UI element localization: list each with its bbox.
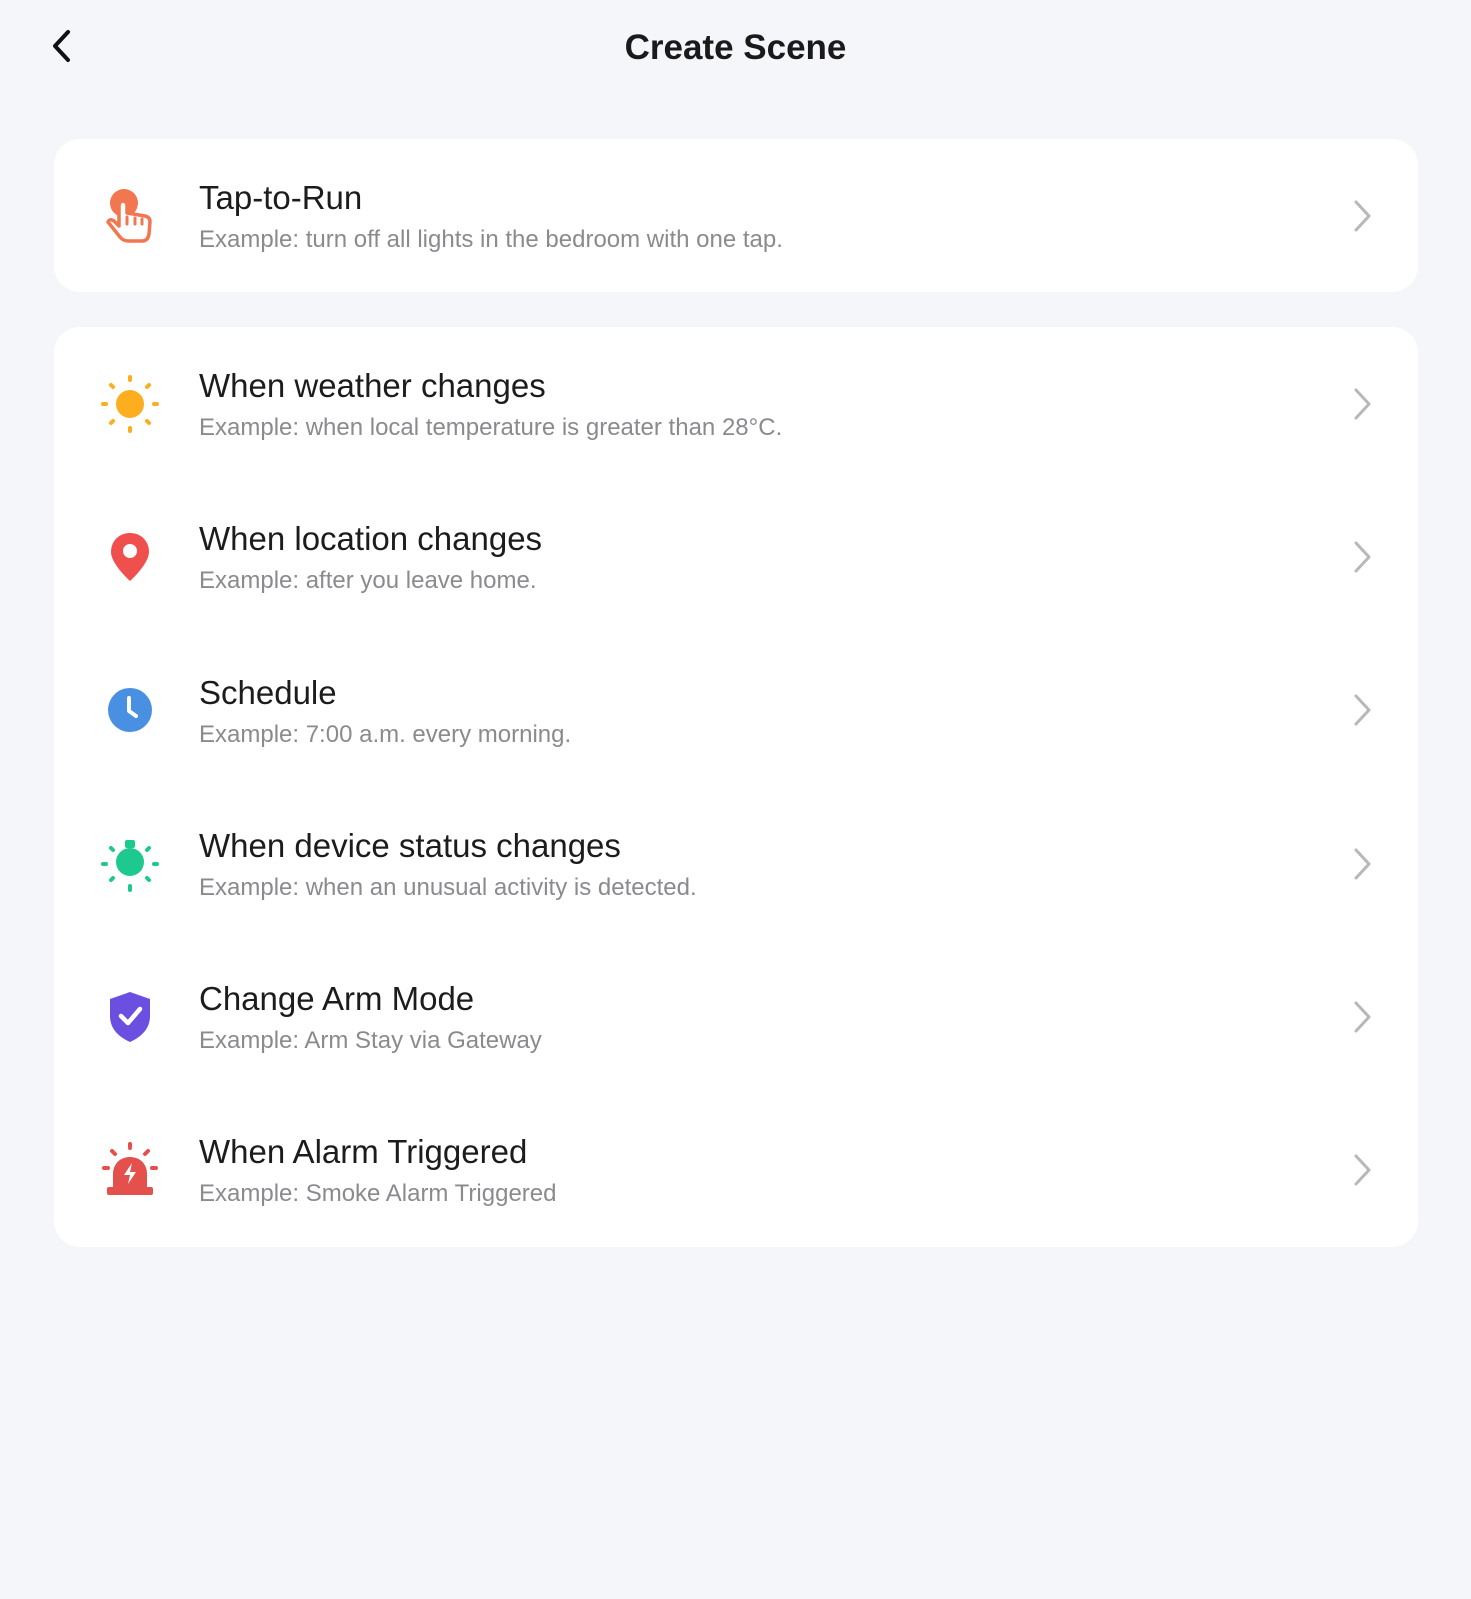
sun-icon bbox=[100, 374, 160, 434]
row-title: Change Arm Mode bbox=[199, 980, 475, 1018]
row-subtitle: Example: when local temperature is great… bbox=[199, 414, 783, 441]
row-subtitle: Example: Smoke Alarm Triggered bbox=[199, 1180, 557, 1208]
chevron-right-icon bbox=[1354, 1001, 1371, 1033]
row-title: Tap-to-Run bbox=[199, 179, 363, 216]
shield-check-icon bbox=[100, 987, 160, 1047]
row-title: When Alarm Triggered bbox=[199, 1133, 528, 1171]
page-title: Create Scene bbox=[624, 28, 847, 67]
option-weather[interactable]: When weather changes Example: when local… bbox=[54, 327, 1418, 480]
option-tap-to-run[interactable]: Tap-to-Run Example: turn off all lights … bbox=[54, 139, 1418, 292]
row-title: When weather changes bbox=[199, 367, 546, 404]
hand-tap-icon bbox=[100, 186, 160, 246]
clock-icon bbox=[100, 680, 160, 740]
alarm-siren-icon bbox=[100, 1140, 160, 1200]
chevron-right-icon bbox=[1354, 694, 1371, 726]
option-alarm-triggered[interactable]: When Alarm Triggered Example: Smoke Alar… bbox=[54, 1093, 1418, 1246]
chevron-right-icon bbox=[1354, 388, 1371, 420]
header-bar: Create Scene bbox=[0, 0, 1471, 100]
tap-to-run-card: Tap-to-Run Example: turn off all lights … bbox=[54, 139, 1418, 292]
chevron-right-icon bbox=[1354, 541, 1371, 573]
row-title: When device status changes bbox=[199, 826, 621, 864]
chevron-right-icon bbox=[1354, 848, 1371, 880]
row-subtitle: Example: turn off all lights in the bedr… bbox=[199, 226, 783, 253]
row-subtitle: Example: when an unusual activity is det… bbox=[199, 873, 697, 901]
row-subtitle: Example: 7:00 a.m. every morning. bbox=[199, 720, 572, 748]
row-title: When location changes bbox=[199, 520, 543, 558]
option-arm-mode[interactable]: Change Arm Mode Example: Arm Stay via Ga… bbox=[54, 940, 1418, 1093]
row-subtitle: Example: Arm Stay via Gateway bbox=[199, 1027, 542, 1055]
chevron-right-icon bbox=[1354, 200, 1371, 231]
conditions-card: When weather changes Example: when local… bbox=[54, 327, 1418, 1247]
chevron-right-icon bbox=[1354, 1154, 1371, 1186]
row-title: Schedule bbox=[199, 673, 337, 711]
option-schedule[interactable]: Schedule Example: 7:00 a.m. every mornin… bbox=[54, 634, 1418, 787]
option-device-status[interactable]: When device status changes Example: when… bbox=[54, 787, 1418, 940]
option-location[interactable]: When location changes Example: after you… bbox=[54, 480, 1418, 633]
device-bulb-icon bbox=[100, 834, 160, 894]
location-pin-icon bbox=[100, 527, 160, 587]
row-subtitle: Example: after you leave home. bbox=[199, 567, 537, 595]
